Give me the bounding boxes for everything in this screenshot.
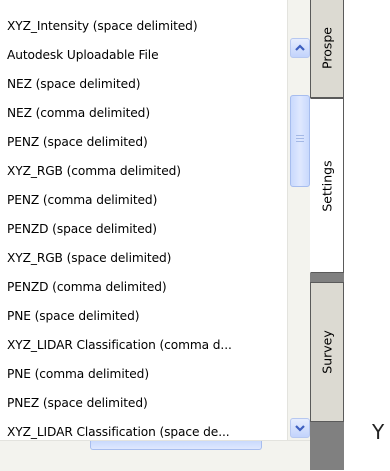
drawing-area[interactable]: Y [344, 0, 390, 470]
list-item[interactable]: XYZ_RGB (space delimited) [7, 250, 171, 266]
toolspace-tab-strip: Prospe Settings Survey [310, 0, 344, 470]
tab-settings[interactable]: Settings [310, 98, 344, 273]
thumb-grip [296, 138, 304, 139]
tab-survey[interactable]: Survey [310, 282, 344, 422]
scroll-thumb[interactable] [290, 95, 310, 187]
horizontal-scrollbar[interactable] [0, 440, 310, 471]
drawing-glyph: Y [372, 420, 385, 444]
list-item[interactable]: XYZ_LIDAR Classification (space de... [7, 424, 230, 440]
list-item[interactable]: PENZD (space delimited) [7, 221, 157, 237]
list-item[interactable]: PENZD (comma delimited) [7, 279, 167, 295]
scroll-up-button[interactable] [290, 38, 310, 58]
chevron-down-icon [295, 425, 305, 432]
thumb-grip [296, 135, 304, 136]
list-item[interactable]: PNEZ (space delimited) [7, 395, 148, 411]
list-item[interactable]: PENZ (space delimited) [7, 134, 148, 150]
tab-prospector-label: Prospe [319, 27, 335, 69]
format-list[interactable]: XYZ_Intensity (space delimited) Autodesk… [0, 0, 286, 440]
list-item[interactable]: XYZ_Intensity (space delimited) [7, 18, 198, 34]
list-item[interactable]: Autodesk Uploadable File [7, 47, 159, 63]
tab-settings-label: Settings [319, 159, 335, 212]
tab-survey-label: Survey [319, 330, 335, 374]
list-item[interactable]: PNE (space delimited) [7, 308, 139, 324]
list-item[interactable]: PNE (comma delimited) [7, 366, 149, 382]
scroll-down-button[interactable] [290, 418, 310, 438]
chevron-up-icon [295, 44, 305, 51]
list-item[interactable]: XYZ_RGB (comma delimited) [7, 163, 181, 179]
vertical-scrollbar[interactable] [287, 0, 310, 440]
list-item[interactable]: PENZ (comma delimited) [7, 192, 157, 208]
list-item[interactable]: NEZ (space delimited) [7, 76, 140, 92]
list-item[interactable]: NEZ (comma delimited) [7, 105, 150, 121]
tab-prospector[interactable]: Prospe [310, 0, 344, 98]
horizontal-scroll-thumb[interactable] [90, 441, 262, 450]
list-item[interactable]: XYZ_LIDAR Classification (comma d... [7, 337, 232, 353]
thumb-grip [296, 141, 304, 142]
